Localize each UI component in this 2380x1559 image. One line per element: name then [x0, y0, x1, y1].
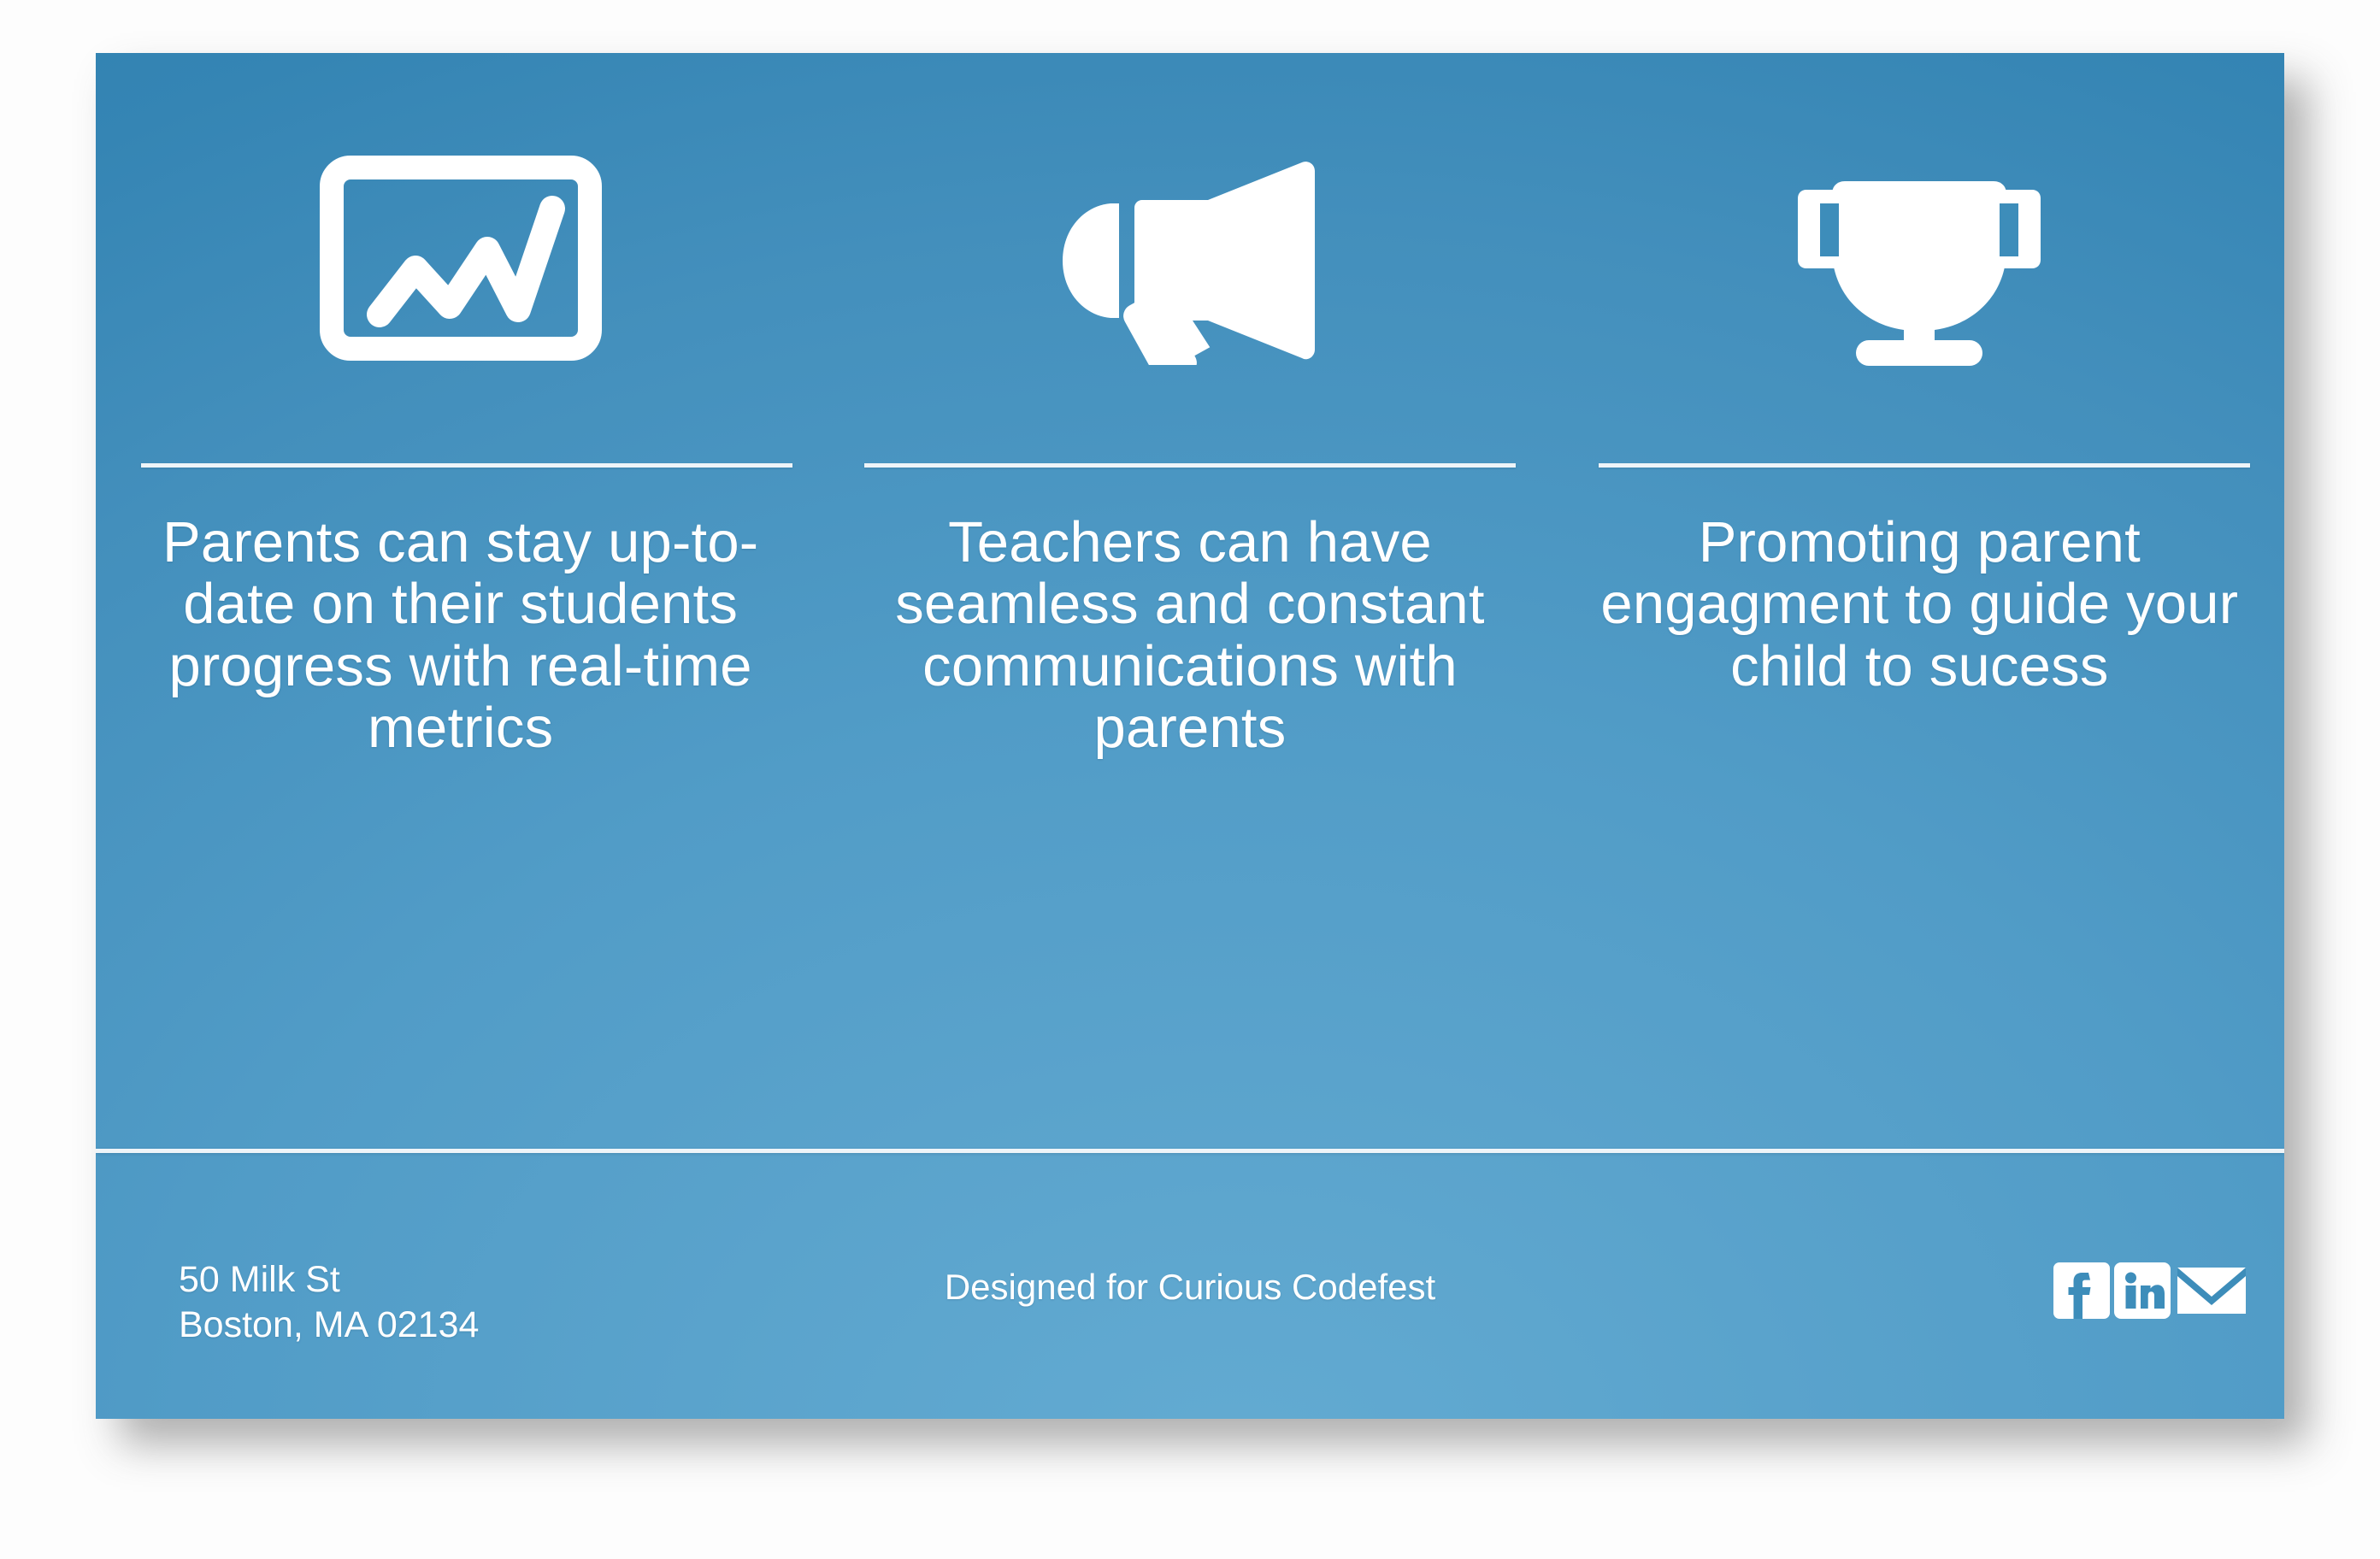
column-divider [140, 463, 792, 468]
feature-text-metrics: Parents can stay up-to-date on their stu… [162, 510, 759, 761]
trophy-icon [1555, 53, 2284, 463]
facebook-icon[interactable] [2053, 1262, 2110, 1319]
social-links [2053, 1262, 2248, 1319]
feature-text-engagement: Promoting parent engagment to guide your… [1600, 510, 2239, 698]
feature-column-communication: Teachers can have seamless and constant … [825, 53, 1554, 1149]
credit-text: Designed for Curious Codefest [944, 1267, 1436, 1307]
feature-column-engagement: Promoting parent engagment to guide your… [1555, 53, 2284, 1149]
column-divider [1599, 463, 2251, 468]
feature-text-communication: Teachers can have seamless and constant … [895, 510, 1485, 761]
column-divider [863, 463, 1516, 468]
feature-card: Parents can stay up-to-date on their stu… [96, 53, 2284, 1419]
line-chart-monitor-icon [96, 53, 825, 463]
feature-columns: Parents can stay up-to-date on their stu… [96, 53, 2284, 1149]
email-icon[interactable] [2175, 1262, 2248, 1319]
feature-column-metrics: Parents can stay up-to-date on their stu… [96, 53, 825, 1149]
linkedin-icon[interactable] [2114, 1262, 2171, 1319]
megaphone-icon [825, 53, 1554, 463]
card-footer: 50 Milk St Boston, MA 02134 Designed for… [96, 1153, 2284, 1419]
slide-canvas: Parents can stay up-to-date on their stu… [0, 0, 2380, 1559]
address-line-2: Boston, MA 02134 [179, 1303, 480, 1345]
